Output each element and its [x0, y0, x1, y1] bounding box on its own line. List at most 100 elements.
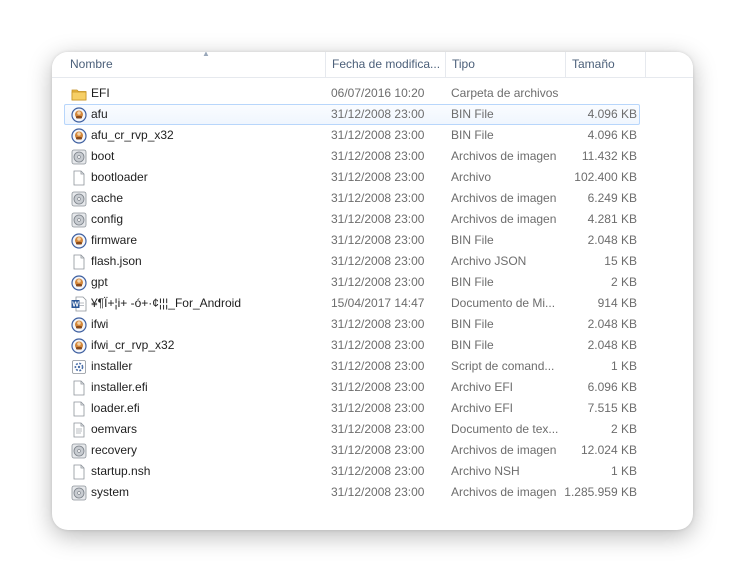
generic-file-icon	[71, 464, 87, 480]
generic-file-icon	[71, 170, 87, 186]
file-type: Archivos de imagen	[451, 212, 557, 226]
file-row[interactable]: installer.efi 31/12/2008 23:00 Archivo EFI…	[64, 377, 640, 398]
file-row[interactable]: system 31/12/2008 23:00 Archivos de imagen…	[64, 482, 640, 503]
file-type: BIN File	[451, 338, 494, 352]
column-header-type[interactable]: Tipo	[445, 52, 565, 77]
file-date-modified: 31/12/2008 23:00	[331, 107, 425, 121]
file-size: 2.048 KB	[587, 233, 637, 247]
file-date-modified: 31/12/2008 23:00	[331, 275, 425, 289]
file-type: BIN File	[451, 317, 494, 331]
column-header-filler	[645, 52, 693, 77]
file-date-modified: 31/12/2008 23:00	[331, 128, 425, 142]
file-name: ¥¶Ï+¦i+ -ó+·¢¦¦¦_For_Android	[91, 296, 241, 310]
file-size: 102.400 KB	[574, 170, 637, 184]
file-date-modified: 31/12/2008 23:00	[331, 233, 425, 247]
file-date-modified: 31/12/2008 23:00	[331, 191, 425, 205]
file-row[interactable]: recovery 31/12/2008 23:00 Archivos de imag…	[64, 440, 640, 461]
svg-text:W: W	[72, 302, 79, 309]
file-name: ifwi	[91, 317, 109, 331]
file-name: installer.efi	[91, 380, 148, 394]
file-type: Archivos de imagen	[451, 191, 557, 205]
file-name: loader.efi	[91, 401, 140, 415]
file-name: bootloader	[91, 170, 148, 184]
file-type: Archivos de imagen	[451, 485, 557, 499]
file-name: gpt	[91, 275, 108, 289]
file-row[interactable]: config 31/12/2008 23:00 Archivos de imagen…	[64, 209, 640, 230]
file-type: Documento de tex...	[451, 422, 559, 436]
file-date-modified: 31/12/2008 23:00	[331, 401, 425, 415]
column-header-date-label: Fecha de modifica...	[332, 57, 441, 71]
file-row[interactable]: oemvars 31/12/2008 23:00 Documento de tex.…	[64, 419, 640, 440]
file-name: recovery	[91, 443, 138, 457]
file-size: 1.285.959 KB	[564, 485, 637, 499]
file-name: installer	[91, 359, 133, 373]
file-row[interactable]: afu 31/12/2008 23:00 BIN File 4.096 KB	[64, 104, 640, 125]
chevron-up-icon: ▲	[202, 52, 210, 58]
file-row[interactable]: gpt 31/12/2008 23:00 BIN File 2 KB	[64, 272, 640, 293]
file-size: 1 KB	[610, 464, 637, 478]
file-date-modified: 31/12/2008 23:00	[331, 359, 425, 373]
file-size: 7.515 KB	[587, 401, 637, 415]
file-type: Archivo	[451, 170, 492, 184]
file-type: Script de comand...	[451, 359, 555, 373]
column-header-size[interactable]: Tamaño	[565, 52, 645, 77]
file-row[interactable]: loader.efi 31/12/2008 23:00 Archivo EFI 7.5…	[64, 398, 640, 419]
file-row[interactable]: boot 31/12/2008 23:00 Archivos de imagen 11…	[64, 146, 640, 167]
file-date-modified: 31/12/2008 23:00	[331, 212, 425, 226]
file-row[interactable]: ifwi 31/12/2008 23:00 BIN File 2.048 KB	[64, 314, 640, 335]
file-row[interactable]: flash.json 31/12/2008 23:00 Archivo JSON 15…	[64, 251, 640, 272]
file-name: startup.nsh	[91, 464, 151, 478]
file-date-modified: 31/12/2008 23:00	[331, 422, 425, 436]
file-type: Carpeta de archivos	[451, 86, 559, 100]
bin-file-icon	[71, 275, 87, 291]
file-size: 914 KB	[597, 296, 637, 310]
file-name: EFI	[91, 86, 110, 100]
file-row[interactable]: bootloader 31/12/2008 23:00 Archivo 102.400…	[64, 167, 640, 188]
file-date-modified: 31/12/2008 23:00	[331, 443, 425, 457]
file-name: config	[91, 212, 124, 226]
file-row[interactable]: afu_cr_rvp_x32 31/12/2008 23:00 BIN File 4.…	[64, 125, 640, 146]
file-size: 1 KB	[610, 359, 637, 373]
file-date-modified: 31/12/2008 23:00	[331, 149, 425, 163]
column-header-name[interactable]: Nombre ▲	[64, 52, 328, 77]
file-date-modified: 31/12/2008 23:00	[331, 338, 425, 352]
file-size: 2.048 KB	[587, 317, 637, 331]
file-name: oemvars	[91, 422, 138, 436]
disc-image-icon	[71, 191, 87, 207]
file-row[interactable]: installer 31/12/2008 23:00 Script de coman…	[64, 356, 640, 377]
file-row[interactable]: ifwi_cr_rvp_x32 31/12/2008 23:00 BIN File 2…	[64, 335, 640, 356]
bin-file-icon	[71, 338, 87, 354]
file-type: Documento de Mi...	[451, 296, 556, 310]
file-type: BIN File	[451, 275, 494, 289]
file-date-modified: 31/12/2008 23:00	[331, 317, 425, 331]
bin-file-icon	[71, 128, 87, 144]
bin-file-icon	[71, 107, 87, 123]
file-row[interactable]: W ¥¶Ï+¦i+ -ó+·¢¦¦¦_For_Android 15/04/2017 …	[64, 293, 640, 314]
text-file-icon	[71, 422, 87, 438]
file-name: ifwi_cr_rvp_x32	[91, 338, 175, 352]
column-header-date[interactable]: Fecha de modifica...	[325, 52, 445, 77]
disc-image-icon	[71, 212, 87, 228]
file-row[interactable]: cache 31/12/2008 23:00 Archivos de imagen 6…	[64, 188, 640, 209]
file-name: boot	[91, 149, 115, 163]
file-type: Archivos de imagen	[451, 149, 557, 163]
file-row[interactable]: firmware 31/12/2008 23:00 BIN File 2.048 KB	[64, 230, 640, 251]
folder-icon	[71, 86, 87, 102]
file-row[interactable]: EFI 06/07/2016 10:20 Carpeta de archivos	[64, 83, 640, 104]
file-size: 4.281 KB	[587, 212, 637, 226]
file-name: afu	[91, 107, 108, 121]
column-header-bar: Nombre ▲ Fecha de modifica... Tipo Tamañ…	[52, 52, 693, 78]
file-name: afu_cr_rvp_x32	[91, 128, 174, 142]
file-size: 2 KB	[610, 422, 637, 436]
file-size: 4.096 KB	[587, 128, 637, 142]
column-header-size-label: Tamaño	[572, 57, 615, 71]
file-explorer-window: Nombre ▲ Fecha de modifica... Tipo Tamañ…	[52, 52, 693, 530]
file-name: flash.json	[91, 254, 142, 268]
generic-file-icon	[71, 380, 87, 396]
file-name: firmware	[91, 233, 138, 247]
disc-image-icon	[71, 443, 87, 459]
file-size: 4.096 KB	[587, 107, 637, 121]
disc-image-icon	[71, 485, 87, 501]
file-type: Archivo NSH	[451, 464, 520, 478]
file-row[interactable]: startup.nsh 31/12/2008 23:00 Archivo NSH 1 …	[64, 461, 640, 482]
